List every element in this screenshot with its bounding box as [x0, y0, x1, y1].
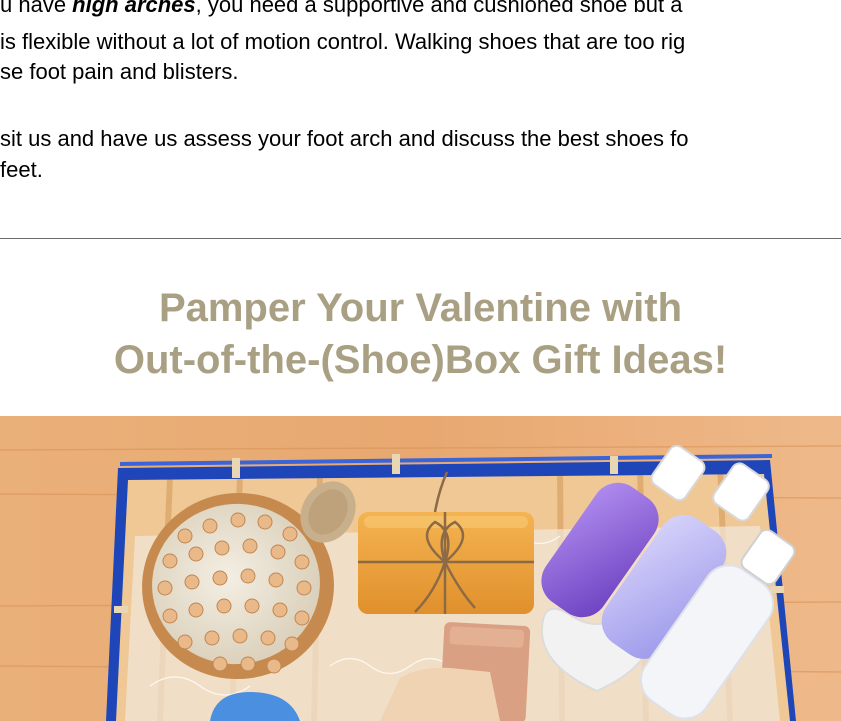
text-line-5: feet. [0, 157, 43, 182]
heading-line-1: Pamper Your Valentine with [158, 286, 683, 330]
gift-basket-photo [0, 416, 841, 721]
section-divider [0, 238, 841, 239]
text-line-2: is flexible without a lot of motion cont… [0, 29, 686, 54]
text-line-1: u have high arches, you need a supportiv… [0, 0, 682, 20]
gift-basket-illustration [0, 416, 841, 721]
text-line-3: se foot pain and blisters. [0, 59, 239, 84]
section-heading: Pamper Your Valentine with Out-of-the-(S… [0, 282, 841, 386]
text-line-4: sit us and have us assess your foot arch… [0, 126, 689, 151]
text-segment: , you need a supportive and cushioned sh… [195, 0, 683, 17]
heading-line-2: Out-of-the-(Shoe)Box Gift Ideas! [113, 338, 728, 382]
emphasis-high-arches: high arches [72, 0, 196, 17]
text-segment: u have [0, 0, 73, 17]
